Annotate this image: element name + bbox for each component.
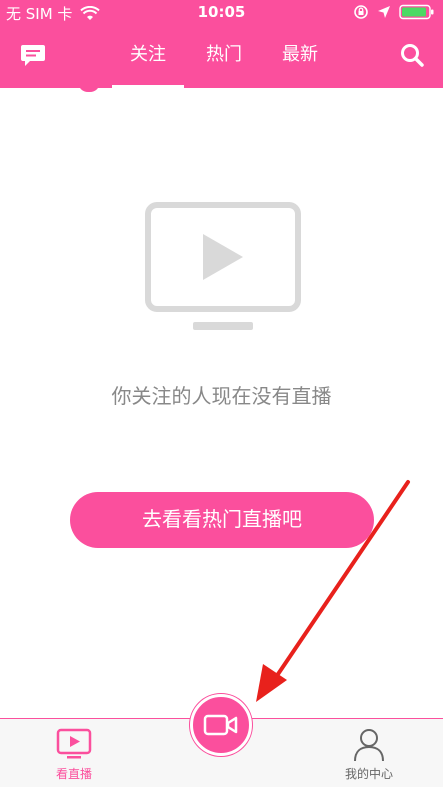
location-arrow-icon xyxy=(378,6,390,18)
tv-play-icon xyxy=(145,202,301,330)
status-bar: 无 SIM 卡 10:05 xyxy=(0,0,443,24)
tab-my-center[interactable]: 我的中心 xyxy=(319,727,419,782)
tv-play-icon xyxy=(56,728,92,759)
battery-icon xyxy=(399,4,434,20)
tab-following[interactable]: 关注 xyxy=(110,24,186,88)
app-header: 无 SIM 卡 10:05 关注 热门 最新 xyxy=(0,0,443,88)
tab-watch-live[interactable]: 看直播 xyxy=(24,727,124,782)
empty-state-message: 你关注的人现在没有直播 xyxy=(111,384,332,408)
tab-watch-live-label: 看直播 xyxy=(55,767,92,781)
following-feed: 你关注的人现在没有直播 去看看热门直播吧 xyxy=(0,82,443,718)
tab-latest[interactable]: 最新 xyxy=(262,24,338,88)
search-icon[interactable] xyxy=(399,42,425,68)
status-icons xyxy=(353,4,435,20)
tab-hot[interactable]: 热门 xyxy=(186,24,262,88)
refresh-indicator xyxy=(78,82,100,92)
go-hot-live-button[interactable]: 去看看热门直播吧 xyxy=(70,492,374,548)
feed-tabs: 关注 热门 最新 xyxy=(110,24,340,88)
rotation-lock-icon xyxy=(354,5,368,19)
top-nav: 关注 热门 最新 xyxy=(0,24,443,88)
tab-my-center-label: 我的中心 xyxy=(344,767,393,781)
video-camera-icon xyxy=(203,714,238,736)
user-icon xyxy=(354,729,384,762)
message-icon[interactable] xyxy=(20,42,46,68)
start-live-button[interactable] xyxy=(190,694,252,756)
